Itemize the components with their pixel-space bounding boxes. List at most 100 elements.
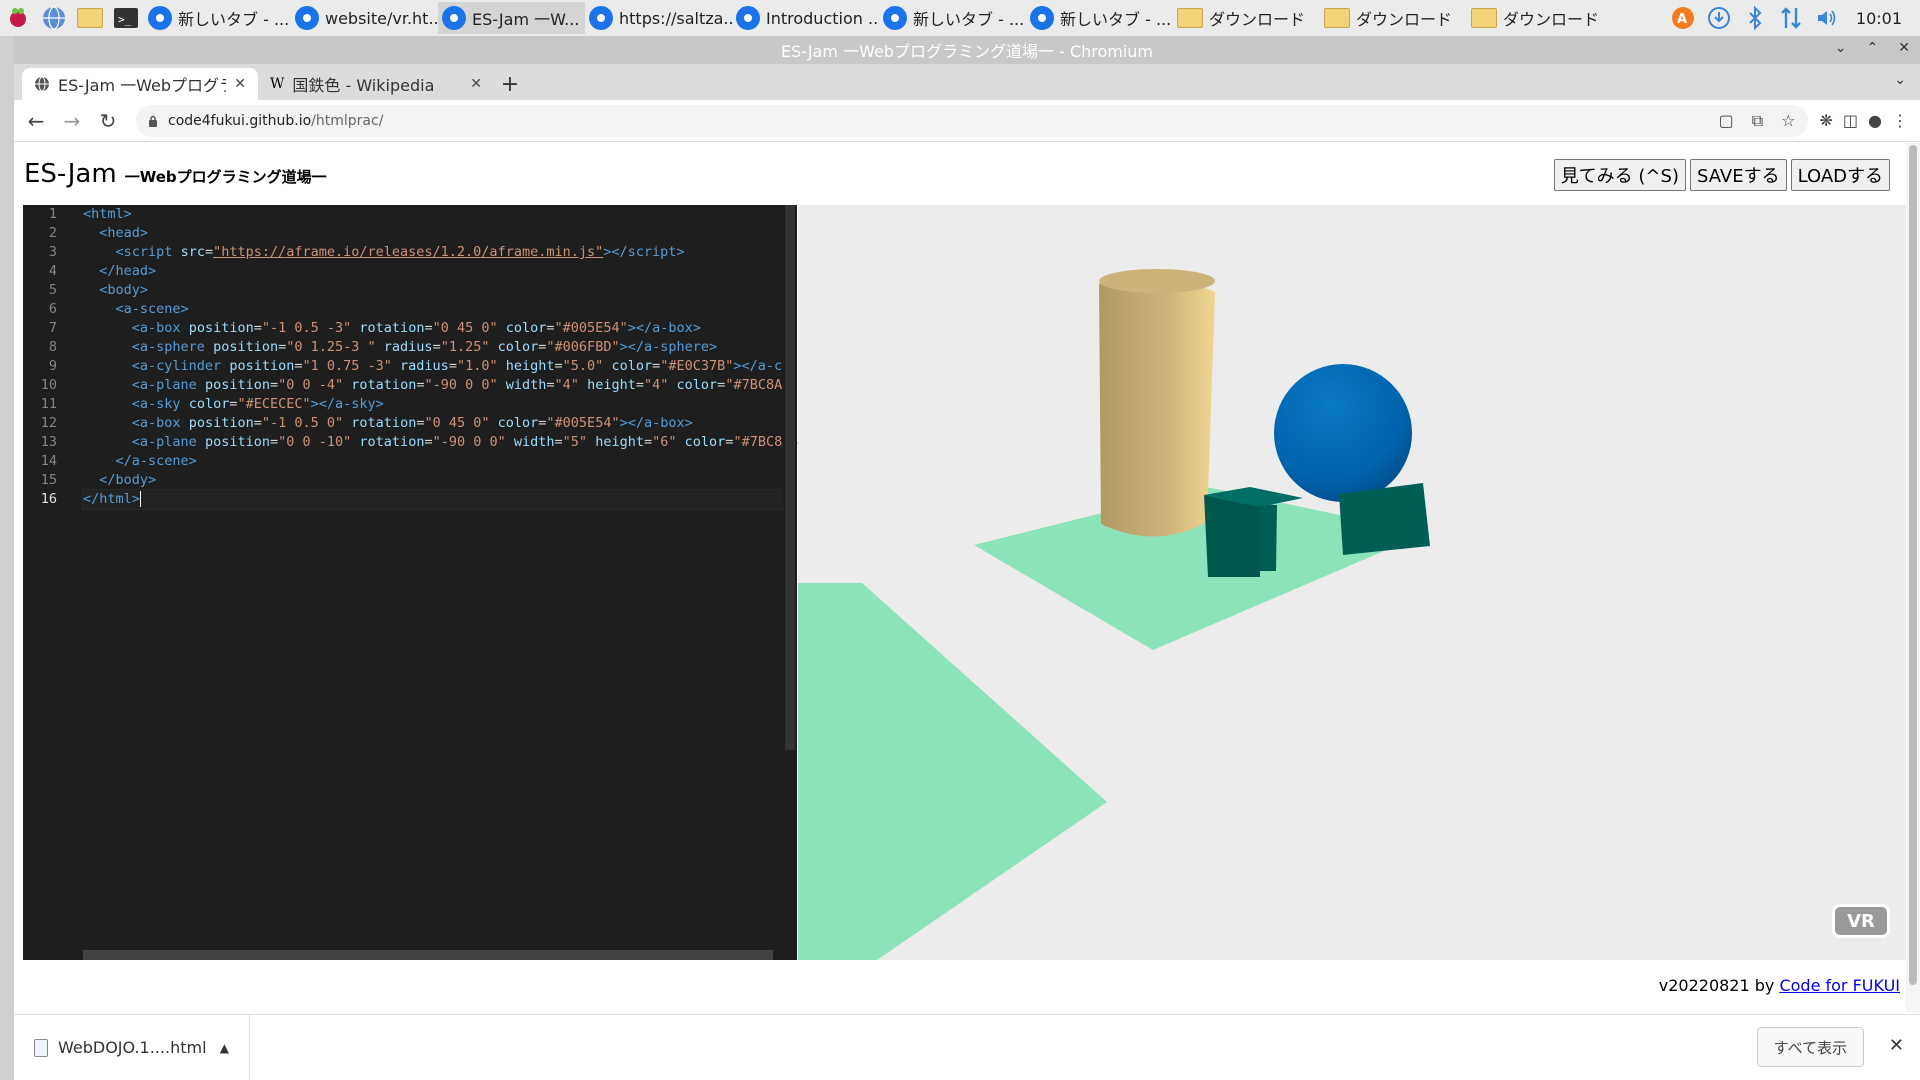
line-number: 15 (40, 472, 57, 488)
back-button[interactable]: ← (20, 105, 52, 137)
line-number: 12 (40, 415, 57, 431)
code-content[interactable]: <html> <head> <script src="https://afram… (82, 205, 896, 510)
page-scrollbar-thumb[interactable] (1909, 145, 1917, 985)
taskbar-task[interactable]: ダウンロード (1173, 2, 1320, 34)
taskbar-task[interactable]: ダウンロード (1320, 2, 1467, 34)
browser-window: ES-Jam 一Webプログラミング道場一 - Chromium ⌄ ⌃ ✕ E… (14, 36, 1920, 1080)
updates-icon[interactable] (1706, 5, 1732, 31)
line-number-gutter: 1 2 3 4 5 6 7 8 9 10 11 12 13 14 15 16 (23, 205, 73, 960)
maximize-icon[interactable]: ⌃ (1867, 40, 1879, 56)
new-tab-button[interactable]: + (494, 68, 526, 100)
tab-title: ES-Jam 一Webプログラ (58, 76, 227, 95)
cylinder (1099, 277, 1215, 537)
sphere (1274, 364, 1412, 502)
download-item[interactable]: WebDOJO.1....html ▲ (14, 1014, 250, 1080)
close-tab-icon[interactable]: ✕ (470, 76, 482, 92)
horizontal-scrollbar[interactable] (83, 950, 773, 960)
task-label: ダウンロード (1503, 10, 1600, 29)
code-line: <html> (83, 206, 132, 222)
line-number: 9 (48, 358, 57, 374)
view-button[interactable]: 見てみる (^S) (1553, 159, 1686, 191)
taskbar-task[interactable]: website/vr.ht... (291, 2, 438, 34)
box-far (1339, 483, 1430, 555)
code-line-active: </html> (82, 489, 784, 510)
lock-icon (149, 115, 157, 127)
code-line: <a-plane position="0 0 -10" rotation="-9… (131, 434, 896, 450)
code-line: </a-scene> (115, 453, 197, 469)
code-line: </body> (99, 472, 157, 488)
close-tab-icon[interactable]: ✕ (234, 76, 246, 92)
task-label: 新しいタブ - ... (913, 10, 1025, 29)
page-content: ES-Jam 一Webプログラミング道場一 見てみる (^S) SAVEする L… (14, 143, 1920, 1013)
scrollbar-thumb[interactable] (785, 205, 795, 750)
chromium-icon (736, 6, 760, 30)
chevron-down-icon[interactable]: ⌄ (1835, 40, 1847, 56)
input-method-icon[interactable]: A (1670, 5, 1696, 31)
task-label: website/vr.ht... (325, 8, 438, 28)
page-scrollbar[interactable] (1906, 143, 1920, 1013)
show-all-downloads-button[interactable]: すべて表示 (1756, 1027, 1864, 1067)
taskbar-task[interactable]: Introduction ... (732, 2, 879, 34)
app-header: ES-Jam 一Webプログラミング道場一 (24, 159, 327, 189)
terminal-icon[interactable]: >_ (112, 4, 140, 32)
more-menu-icon[interactable]: ⋮ (1892, 111, 1908, 130)
browser-tab-wikipedia[interactable]: W 国鉄色 - Wikipedia ✕ (258, 68, 494, 100)
clock[interactable]: 10:01 (1856, 9, 1902, 28)
forward-button[interactable]: → (56, 105, 88, 137)
code-editor[interactable]: 1 2 3 4 5 6 7 8 9 10 11 12 13 14 15 16 <html> <head> <s… (23, 205, 896, 960)
reload-button[interactable]: ↻ (92, 105, 124, 137)
system-tray: A 10:01 (1670, 0, 1920, 36)
chevron-up-icon[interactable]: ▲ (220, 1041, 229, 1055)
taskbar-task[interactable]: 新しいタブ - ... (144, 2, 291, 34)
download-filename: WebDOJO.1....html (58, 1038, 207, 1057)
vertical-scrollbar[interactable] (783, 205, 797, 960)
share-icon[interactable]: ⧉ (1752, 111, 1763, 131)
code-for-fukui-link[interactable]: Code for FUKUI (1779, 976, 1900, 995)
app-actions: 見てみる (^S) SAVEする LOADする (1553, 159, 1890, 191)
taskbar-task[interactable]: 新しいタブ - ... (879, 2, 1026, 34)
chromium-icon (442, 6, 466, 30)
close-downloads-icon[interactable]: ✕ (1889, 1035, 1904, 1056)
volume-icon[interactable] (1814, 5, 1840, 31)
install-app-icon[interactable]: ▢ (1719, 111, 1734, 131)
bluetooth-icon[interactable] (1742, 5, 1768, 31)
vr-mode-button[interactable]: VR (1832, 904, 1890, 938)
vr-preview-canvas[interactable]: VR (798, 205, 1916, 960)
browser-toolbar: ← → ↻ code4fukui.github.io/htmlprac/ ▢ ⧉… (14, 100, 1920, 142)
chromium-icon (883, 6, 907, 30)
taskbar-task[interactable]: 新しいタブ - ... (1026, 2, 1173, 34)
taskbar-task[interactable]: https://saltza... (585, 2, 732, 34)
line-number: 6 (48, 301, 57, 317)
tab-search-icon[interactable]: ⌄ (1894, 72, 1906, 88)
task-label: Introduction ... (766, 8, 879, 28)
code-line: <a-sphere position="0 1.25-3 " radius="1… (131, 339, 718, 355)
window-title: ES-Jam 一Webプログラミング道場一 - Chromium (780, 42, 1154, 61)
chromium-icon (589, 6, 613, 30)
extensions-icon[interactable]: ❋ (1820, 111, 1833, 130)
load-button[interactable]: LOADする (1790, 159, 1890, 191)
save-button[interactable]: SAVEする (1689, 159, 1787, 191)
address-bar[interactable]: code4fukui.github.io/htmlprac/ ▢ ⧉ ☆ (136, 104, 1808, 137)
close-icon[interactable]: ✕ (1898, 40, 1910, 56)
bookmark-star-icon[interactable]: ☆ (1781, 111, 1795, 131)
network-icon[interactable] (1778, 5, 1804, 31)
profile-icon[interactable]: ● (1868, 111, 1882, 130)
window-titlebar: ES-Jam 一Webプログラミング道場一 - Chromium ⌄ ⌃ ✕ (14, 36, 1920, 64)
web-browser-icon[interactable] (40, 4, 68, 32)
side-panel-icon[interactable]: ◫ (1843, 111, 1858, 130)
line-number: 4 (48, 263, 57, 279)
file-manager-icon[interactable] (76, 4, 104, 32)
taskbar-task[interactable]: ES-Jam 一W... (438, 2, 585, 34)
code-line: <a-plane position="0 0 -4" rotation="-90… (131, 377, 888, 393)
browser-tab-esjam[interactable]: ES-Jam 一Webプログラ ✕ (22, 68, 258, 100)
line-number: 14 (40, 453, 57, 469)
line-number: 16 (40, 491, 57, 507)
near-ground-plane (798, 583, 1107, 960)
folder-icon (1177, 8, 1203, 28)
line-number: 3 (48, 244, 57, 260)
raspberry-menu-icon[interactable] (4, 4, 32, 32)
line-number: 8 (48, 339, 57, 355)
code-line: </head> (99, 263, 157, 279)
folder-icon (1324, 8, 1350, 28)
taskbar-task[interactable]: ダウンロード (1467, 2, 1614, 34)
